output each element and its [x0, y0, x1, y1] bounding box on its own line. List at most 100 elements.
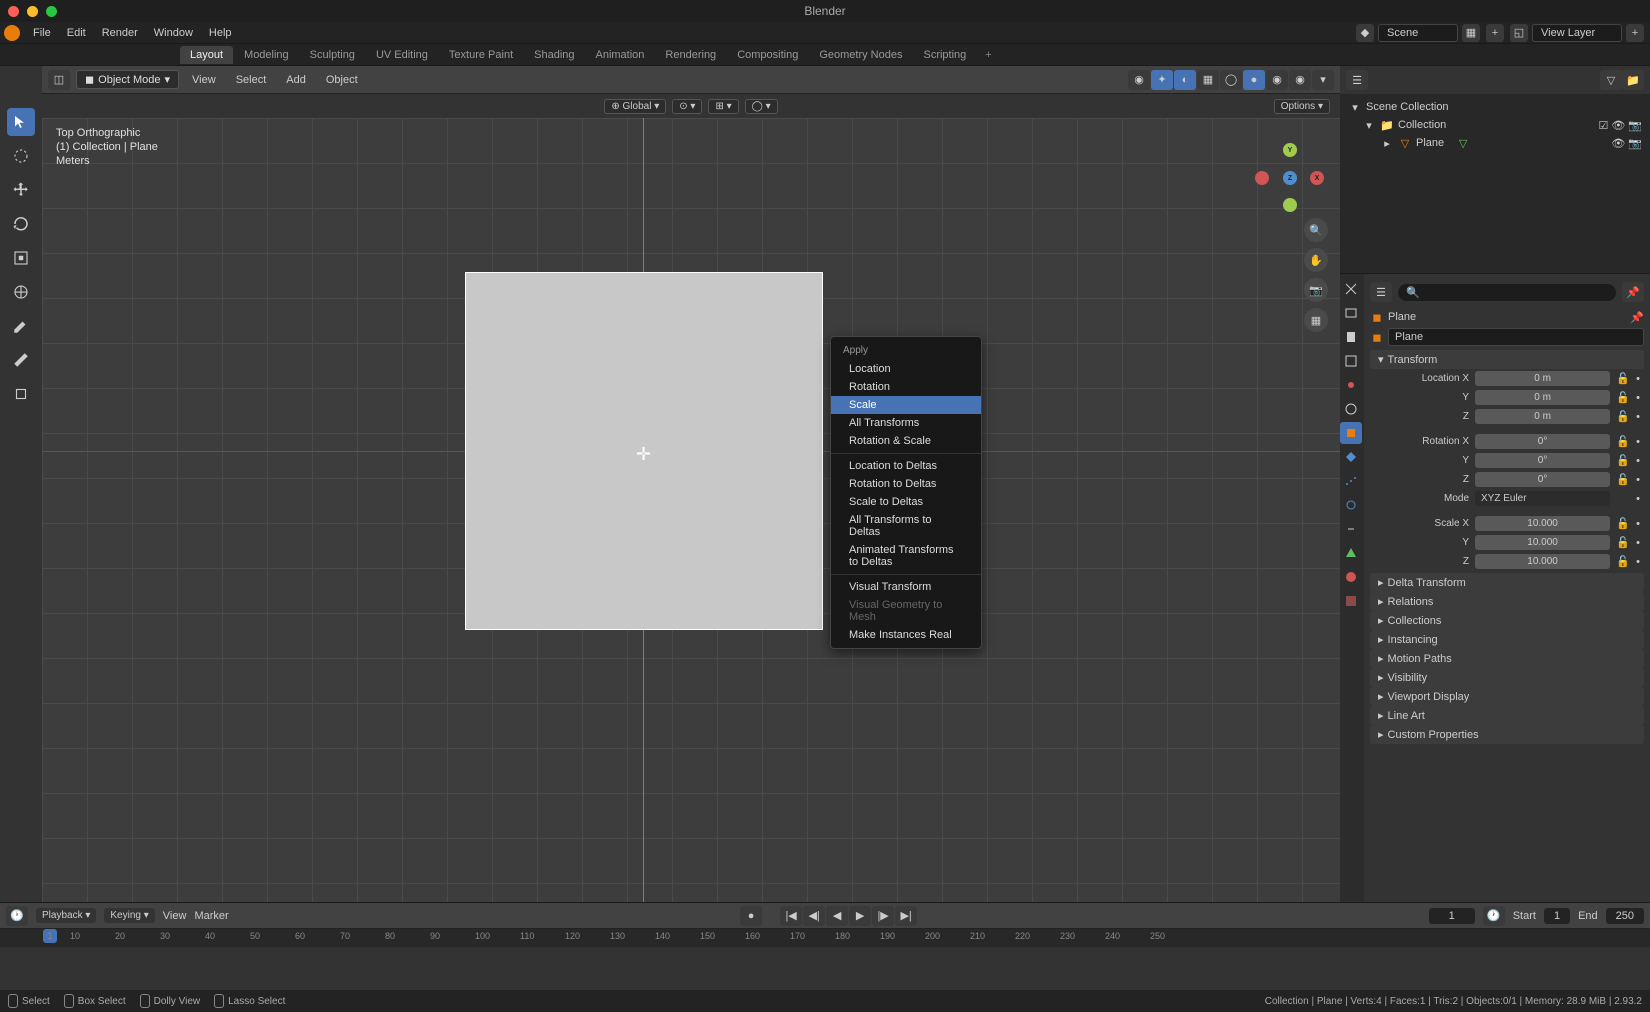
autokey-icon[interactable]: ● [740, 906, 762, 926]
viewlayer-name-input[interactable] [1532, 24, 1622, 42]
prop-tab-viewlayer[interactable] [1340, 350, 1362, 372]
current-frame-input[interactable]: 1 [1429, 908, 1475, 924]
tab-uv[interactable]: UV Editing [366, 46, 438, 64]
tool-measure[interactable] [7, 346, 35, 374]
jump-end-icon[interactable]: ▶| [895, 906, 917, 926]
zoom-icon[interactable]: 🔍 [1304, 218, 1328, 242]
tool-scale[interactable] [7, 244, 35, 272]
section-visibility[interactable]: ▸ Visibility [1370, 668, 1644, 687]
location-z-value[interactable]: 0 m [1475, 409, 1610, 424]
menu-help[interactable]: Help [202, 25, 239, 41]
render-icon[interactable]: 📷 [1628, 137, 1642, 150]
tool-cursor[interactable] [7, 142, 35, 170]
tab-compositing[interactable]: Compositing [727, 46, 808, 64]
tab-geometry[interactable]: Geometry Nodes [809, 46, 912, 64]
prop-tab-texture[interactable] [1340, 590, 1362, 612]
timeline-view-menu[interactable]: View [163, 910, 187, 922]
prop-tab-tool[interactable] [1340, 278, 1362, 300]
scene-name-input[interactable] [1378, 24, 1458, 42]
menu-rotation[interactable]: Rotation [831, 378, 981, 396]
section-lineart[interactable]: ▸ Line Art [1370, 706, 1644, 725]
pivot-selector[interactable]: ⊙ ▾ [672, 99, 702, 114]
xray-toggle-icon[interactable]: ▦ [1197, 70, 1219, 90]
tab-scripting[interactable]: Scripting [913, 46, 976, 64]
section-transform[interactable]: ▾ Transform [1370, 350, 1644, 369]
lock-icon[interactable]: 🔓 [1616, 454, 1630, 467]
end-frame-input[interactable]: 250 [1606, 908, 1644, 924]
lock-icon[interactable]: 🔓 [1616, 473, 1630, 486]
keying-dropdown[interactable]: Keying ▾ [104, 908, 154, 923]
minimize-window-icon[interactable] [27, 6, 38, 17]
tab-animation[interactable]: Animation [586, 46, 655, 64]
select-visibility-icon[interactable]: ◉ [1128, 70, 1150, 90]
viewport-3d[interactable]: ✛ Top Orthographic (1) Collection | Plan… [42, 118, 1340, 902]
menu-location-deltas[interactable]: Location to Deltas [831, 457, 981, 475]
lock-icon[interactable]: 🔓 [1616, 517, 1630, 530]
menu-visual-transform[interactable]: Visual Transform [831, 578, 981, 596]
mode-selector[interactable]: ◼Object Mode▾ [76, 70, 179, 89]
eye-icon[interactable]: 👁 [1611, 119, 1625, 132]
prop-tab-constraints[interactable] [1340, 518, 1362, 540]
menu-all-transforms[interactable]: All Transforms [831, 414, 981, 432]
menu-location[interactable]: Location [831, 360, 981, 378]
tab-add-button[interactable]: + [977, 49, 999, 61]
start-frame-input[interactable]: 1 [1544, 908, 1570, 924]
location-y-value[interactable]: 0 m [1475, 390, 1610, 405]
maximize-window-icon[interactable] [46, 6, 57, 17]
gizmo-z-icon[interactable]: Z [1283, 171, 1297, 185]
prop-tab-render[interactable] [1340, 302, 1362, 324]
gizmo-x-neg-icon[interactable] [1255, 171, 1269, 185]
lock-icon[interactable]: 🔓 [1616, 372, 1630, 385]
vp-menu-object[interactable]: Object [319, 72, 365, 88]
section-vp-display[interactable]: ▸ Viewport Display [1370, 687, 1644, 706]
section-custom[interactable]: ▸ Custom Properties [1370, 725, 1644, 744]
scale-y-value[interactable]: 10.000 [1475, 535, 1610, 550]
timeline-marker-menu[interactable]: Marker [194, 910, 228, 922]
playhead[interactable]: 1 [43, 929, 57, 943]
playback-dropdown[interactable]: Playback ▾ [36, 908, 96, 923]
section-collections[interactable]: ▸ Collections [1370, 611, 1644, 630]
outliner-scene-collection[interactable]: ▾ Scene Collection [1344, 98, 1646, 116]
prop-tab-physics[interactable] [1340, 494, 1362, 516]
vp-menu-add[interactable]: Add [279, 72, 313, 88]
play-reverse-icon[interactable]: ◀ [826, 906, 848, 926]
prop-tab-modifiers[interactable] [1340, 446, 1362, 468]
camera-icon[interactable]: 📷 [1304, 278, 1328, 302]
prop-tab-particles[interactable] [1340, 470, 1362, 492]
outliner-type-icon[interactable]: ☰ [1346, 70, 1368, 90]
section-relations[interactable]: ▸ Relations [1370, 592, 1644, 611]
rotation-y-value[interactable]: 0° [1475, 453, 1610, 468]
section-motion[interactable]: ▸ Motion Paths [1370, 649, 1644, 668]
menu-window[interactable]: Window [147, 25, 200, 41]
menu-anim-deltas[interactable]: Animated Transforms to Deltas [831, 541, 981, 571]
prop-tab-scene[interactable] [1340, 374, 1362, 396]
options-dropdown[interactable]: Options ▾ [1274, 99, 1330, 114]
shading-wire-icon[interactable]: ◯ [1220, 70, 1242, 90]
menu-edit[interactable]: Edit [60, 25, 93, 41]
tool-add-cube[interactable] [7, 380, 35, 408]
lock-icon[interactable]: 🔓 [1616, 555, 1630, 568]
menu-make-instances-real[interactable]: Make Instances Real [831, 626, 981, 644]
menu-scale-deltas[interactable]: Scale to Deltas [831, 493, 981, 511]
tool-annotate[interactable] [7, 312, 35, 340]
rotation-z-value[interactable]: 0° [1475, 472, 1610, 487]
layer-add-icon[interactable]: + [1626, 24, 1644, 42]
timeline-ruler[interactable]: 1 10203040506070809010011012013014015016… [0, 929, 1650, 947]
tool-rotate[interactable] [7, 210, 35, 238]
timeline-track[interactable]: 1 10203040506070809010011012013014015016… [0, 928, 1650, 990]
exclude-icon[interactable]: ☑ [1598, 119, 1608, 132]
gizmo-x-icon[interactable]: X [1310, 171, 1324, 185]
tab-sculpting[interactable]: Sculpting [300, 46, 365, 64]
rotation-mode-select[interactable]: XYZ Euler [1475, 491, 1610, 506]
lock-icon[interactable]: 🔓 [1616, 536, 1630, 549]
shading-render-icon[interactable]: ◉ [1289, 70, 1311, 90]
menu-all-deltas[interactable]: All Transforms to Deltas [831, 511, 981, 541]
outliner-filter-icon[interactable]: ▽ [1600, 70, 1622, 90]
outliner-plane[interactable]: ▸ ▽ Plane ▽ 👁 📷 [1344, 134, 1646, 152]
scale-x-value[interactable]: 10.000 [1475, 516, 1610, 531]
prop-tab-material[interactable] [1340, 566, 1362, 588]
menu-file[interactable]: File [26, 25, 58, 41]
menu-rotation-deltas[interactable]: Rotation to Deltas [831, 475, 981, 493]
jump-prev-key-icon[interactable]: ◀| [803, 906, 825, 926]
jump-start-icon[interactable]: |◀ [780, 906, 802, 926]
